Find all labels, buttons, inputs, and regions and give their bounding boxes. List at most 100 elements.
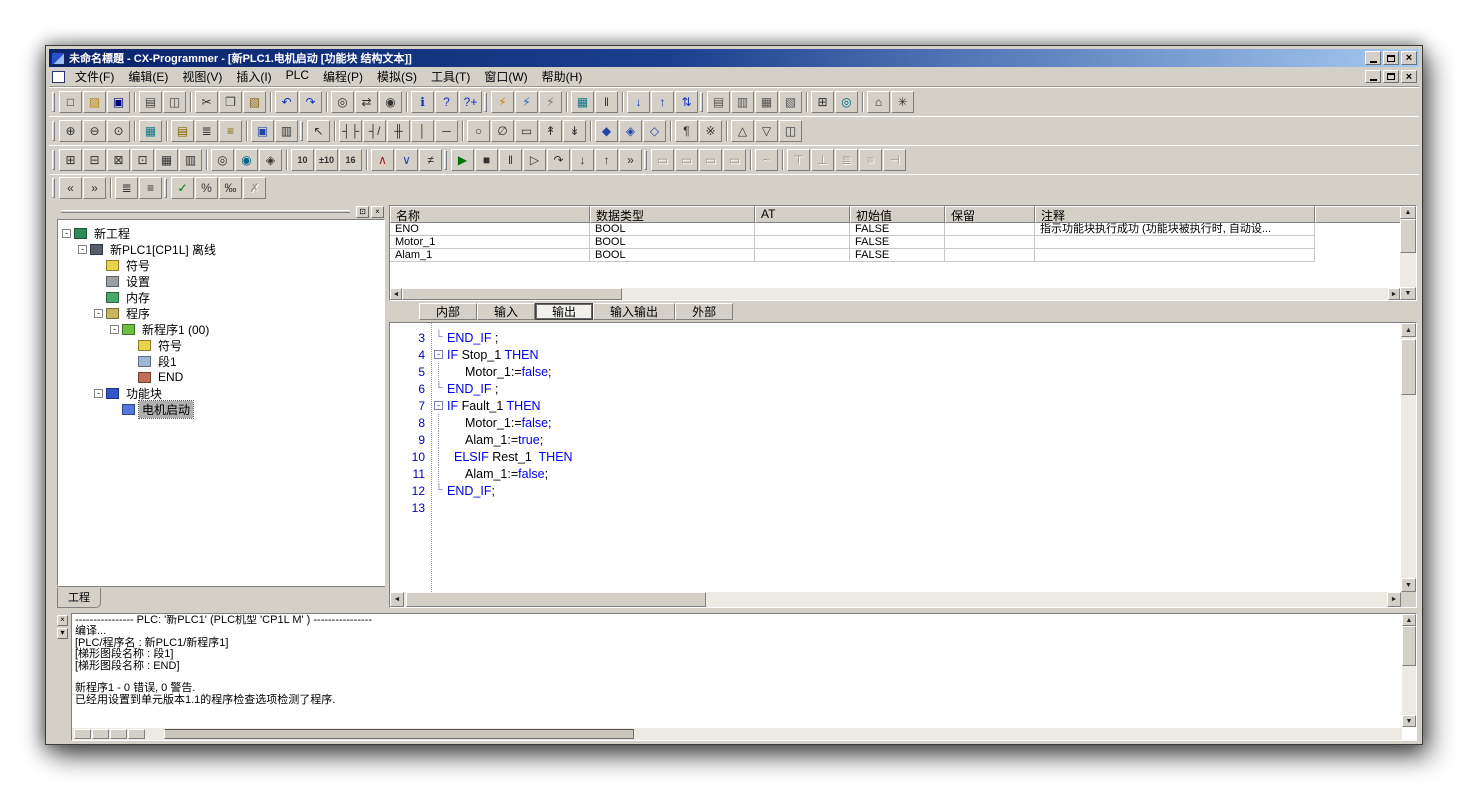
monitor-hex-button[interactable]: 16 xyxy=(339,149,362,171)
toolbar-grip[interactable] xyxy=(300,121,303,141)
variable-row-Motor_1[interactable]: Motor_1BOOL FALSE xyxy=(390,236,1400,249)
new-closed-coil-button[interactable]: ∅ xyxy=(491,120,514,142)
minimize-button[interactable] xyxy=(1365,51,1381,65)
new-or-contact-button[interactable]: ╫ xyxy=(387,120,410,142)
code-line-7[interactable]: 7-IF Fault_1 THEN xyxy=(390,397,1401,414)
tab-external[interactable]: 外部 xyxy=(675,303,733,320)
cell-comment[interactable] xyxy=(1035,236,1315,249)
scroll-thumb[interactable] xyxy=(1400,219,1416,253)
scroll-thumb[interactable] xyxy=(406,592,706,607)
expand-toggle[interactable]: - xyxy=(62,229,71,238)
transfer-to-plc-button[interactable]: ↓ xyxy=(627,91,650,113)
list-display-button[interactable]: ≣ xyxy=(115,177,138,199)
simulator-online-button[interactable]: ⚡ xyxy=(539,91,562,113)
menu-item-0[interactable]: 文件(F) xyxy=(68,67,121,86)
mdi-minimize-button[interactable] xyxy=(1365,70,1381,83)
cell-at[interactable] xyxy=(755,249,850,262)
mdi-child-icon[interactable] xyxy=(52,71,65,83)
io-table-button[interactable]: ⌂ xyxy=(867,91,890,113)
project-pane-header[interactable]: ⊡ × xyxy=(57,205,385,219)
selection-mode-button[interactable]: ↖ xyxy=(307,120,330,142)
menu-item-4[interactable]: PLC xyxy=(279,67,316,86)
toolbar-grip[interactable] xyxy=(644,150,647,170)
compare-with-plc-button[interactable]: ⇅ xyxy=(675,91,698,113)
variable-row-Alam_1[interactable]: Alam_1BOOLFALSE xyxy=(390,249,1400,262)
pause-monitoring-button[interactable]: ‖ xyxy=(595,91,618,113)
cell-initial[interactable]: FALSE xyxy=(850,236,945,249)
local-symbol-table-button[interactable]: ▤ xyxy=(171,120,194,142)
run-button[interactable]: ▶ xyxy=(451,149,474,171)
output-vscrollbar[interactable]: ▲ ▼ xyxy=(1402,614,1416,727)
debug-mode-button[interactable]: ▥ xyxy=(731,91,754,113)
tab-output[interactable]: 输出 xyxy=(535,303,593,320)
scroll-thumb[interactable] xyxy=(402,288,622,300)
rung-wrap-button[interactable]: ≡ xyxy=(219,120,242,142)
options-button[interactable]: ✳ xyxy=(891,91,914,113)
column-header-datatype[interactable]: 数据类型 xyxy=(590,206,755,223)
scroll-left-arrow[interactable]: ◄ xyxy=(390,592,404,607)
indent-button[interactable]: » xyxy=(83,177,106,199)
scroll-down-arrow[interactable]: ▼ xyxy=(1401,578,1416,592)
split-window-button[interactable]: ◫ xyxy=(779,120,802,142)
code-line-9[interactable]: 9Alam_1:=true; xyxy=(390,431,1401,448)
st-zoom-in-button[interactable]: % xyxy=(195,177,218,199)
menu-item-1[interactable]: 编辑(E) xyxy=(121,67,175,86)
monitor-signed-decimal-button[interactable]: ±10 xyxy=(315,149,338,171)
menu-item-7[interactable]: 工具(T) xyxy=(424,67,477,86)
scroll-thumb[interactable] xyxy=(1401,339,1416,395)
column-header-initial[interactable]: 初始值 xyxy=(850,206,945,223)
cell-comment[interactable] xyxy=(1035,249,1315,262)
code-line-6[interactable]: 6└END_IF ; xyxy=(390,380,1401,397)
code-line-13[interactable]: 13 xyxy=(390,499,1401,516)
tree-item-plc1[interactable]: -新PLC1[CP1L] 离线 xyxy=(58,241,384,257)
new-rising-pulse-button[interactable]: ↟ xyxy=(539,120,562,142)
tree-item-settings[interactable]: 设置 xyxy=(58,273,384,289)
output-tab[interactable] xyxy=(110,729,127,739)
zoom-in-button[interactable]: ⊕ xyxy=(59,120,82,142)
menu-item-9[interactable]: 帮助(H) xyxy=(535,67,590,86)
mdi-close-button[interactable]: × xyxy=(1401,70,1417,83)
fb-io-parameter-button[interactable]: ◈ xyxy=(619,120,642,142)
cell-name[interactable]: Motor_1 xyxy=(390,236,590,249)
tree-item-function-blocks[interactable]: -功能块 xyxy=(58,385,384,401)
scroll-up-arrow[interactable]: ▲ xyxy=(1402,614,1416,626)
column-header-name[interactable]: 名称 xyxy=(390,206,590,223)
toggle-output-window-button[interactable]: ⊟ xyxy=(83,149,106,171)
find-all-button[interactable]: ◉ xyxy=(379,91,402,113)
expand-toggle[interactable]: - xyxy=(94,309,103,318)
variable-row-ENO[interactable]: ENOBOOLFALSE指示功能块执行成功 (功能块被执行时, 自动设... xyxy=(390,223,1400,236)
program-mode-button[interactable]: ▤ xyxy=(707,91,730,113)
io-comment-button[interactable]: ※ xyxy=(699,120,722,142)
show-grid-button[interactable]: ▦ xyxy=(139,120,162,142)
column-header-at[interactable]: AT xyxy=(755,206,850,223)
pause-button[interactable]: ‖ xyxy=(499,149,522,171)
code-line-5[interactable]: 5Motor_1:=false; xyxy=(390,363,1401,380)
tree-item-memory[interactable]: 内存 xyxy=(58,289,384,305)
save-button[interactable]: ▣ xyxy=(107,91,130,113)
toolbar-grip[interactable] xyxy=(164,178,167,198)
cell-name[interactable]: Alam_1 xyxy=(390,249,590,262)
cell-name[interactable]: ENO xyxy=(390,223,590,236)
zoom-out-button[interactable]: ⊖ xyxy=(83,120,106,142)
step-run-button[interactable]: ▷ xyxy=(523,149,546,171)
cell-retain[interactable] xyxy=(945,223,1035,236)
scroll-down-arrow[interactable]: ▼ xyxy=(1400,287,1416,300)
toggle-cross-ref-window-button[interactable]: ⊡ xyxy=(131,149,154,171)
cell-datatype[interactable]: BOOL xyxy=(590,236,755,249)
toolbar-grip[interactable] xyxy=(444,150,447,170)
monitor-mode-button[interactable]: ▦ xyxy=(755,91,778,113)
output-pin-button[interactable]: ▾ xyxy=(57,628,68,639)
pane-close-button[interactable]: × xyxy=(371,206,384,218)
pane-dock-button[interactable]: ⊡ xyxy=(356,206,369,218)
stop-button[interactable]: ■ xyxy=(475,149,498,171)
toolbar-grip[interactable] xyxy=(52,121,55,141)
watch-window-button[interactable]: ◎ xyxy=(835,91,858,113)
address-reference-button[interactable]: ◈ xyxy=(259,149,282,171)
force-on-button[interactable]: ∧ xyxy=(371,149,394,171)
new-falling-pulse-button[interactable]: ↡ xyxy=(563,120,586,142)
auto-online-button[interactable]: ⚡ xyxy=(515,91,538,113)
fb-definition-button[interactable]: ◇ xyxy=(643,120,666,142)
code-line-11[interactable]: 11Alam_1:=false; xyxy=(390,465,1401,482)
toolbar-grip[interactable] xyxy=(484,92,487,112)
replace-button[interactable]: ⇄ xyxy=(355,91,378,113)
